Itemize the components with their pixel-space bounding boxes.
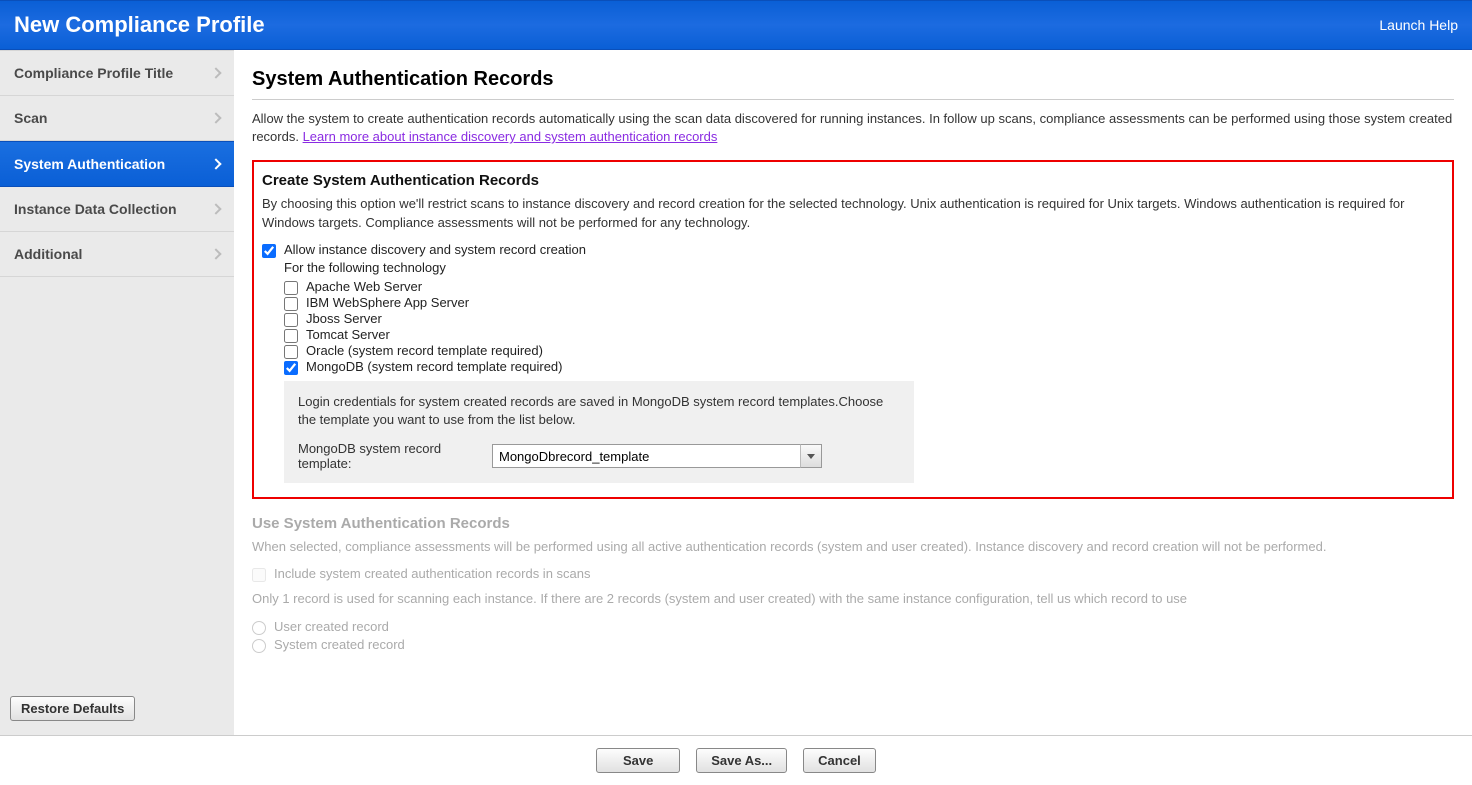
launch-help-link[interactable]: Launch Help [1379,17,1458,33]
sidebar-item-compliance-profile-title[interactable]: Compliance Profile Title [0,50,234,96]
sidebar-item-instance-data-collection[interactable]: Instance Data Collection [0,187,234,232]
restore-defaults-button[interactable]: Restore Defaults [10,696,135,721]
sidebar-item-label: Scan [14,110,47,126]
tech-oracle-checkbox[interactable] [284,345,298,359]
technology-list: Apache Web Server IBM WebSphere App Serv… [284,279,1444,375]
tech-tomcat-row: Tomcat Server [284,327,1444,343]
save-button[interactable]: Save [596,748,680,773]
divider [252,99,1454,100]
allow-discovery-checkbox[interactable] [262,244,276,258]
mongodb-template-dropdown-button[interactable] [800,444,822,468]
sidebar-item-label: Instance Data Collection [14,201,177,217]
create-section-highlight: Create System Authentication Records By … [252,160,1454,499]
allow-discovery-label: Allow instance discovery and system reco… [284,242,586,257]
header: New Compliance Profile Launch Help [0,0,1472,50]
tech-apache-row: Apache Web Server [284,279,1444,295]
create-section-title: Create System Authentication Records [262,172,1444,189]
user-created-record-row: User created record [252,619,1454,635]
include-system-records-row: Include system created authentication re… [252,566,1454,582]
layout: Compliance Profile Title Scan System Aut… [0,50,1472,735]
chevron-right-icon [210,158,221,169]
sidebar-item-label: Compliance Profile Title [14,65,173,81]
chevron-down-icon [807,454,815,459]
chevron-right-icon [210,112,221,123]
system-created-record-label: System created record [274,637,405,652]
tech-apache-label: Apache Web Server [306,279,422,294]
user-created-record-label: User created record [274,619,389,634]
chevron-right-icon [210,67,221,78]
intro-text: Allow the system to create authenticatio… [252,110,1454,146]
tech-jboss-row: Jboss Server [284,311,1444,327]
include-system-records-checkbox [252,568,266,582]
sidebar-item-label: Additional [14,246,82,262]
mongodb-template-select[interactable] [492,444,822,468]
tech-oracle-row: Oracle (system record template required) [284,343,1444,359]
use-section-title: Use System Authentication Records [252,515,1454,532]
tech-tomcat-checkbox[interactable] [284,329,298,343]
mongodb-template-row: MongoDB system record template: [298,441,900,471]
create-section-desc: By choosing this option we'll restrict s… [262,195,1444,231]
use-section: Use System Authentication Records When s… [252,515,1454,652]
tech-mongodb-checkbox[interactable] [284,361,298,375]
header-title: New Compliance Profile [14,12,265,38]
main-content: System Authentication Records Allow the … [234,50,1472,735]
chevron-right-icon [210,248,221,259]
mongodb-template-input[interactable] [492,444,822,468]
sidebar-item-additional[interactable]: Additional [0,232,234,277]
include-system-records-label: Include system created authentication re… [274,566,591,581]
tech-oracle-label: Oracle (system record template required) [306,343,543,358]
system-created-record-radio [252,639,266,653]
chevron-right-icon [210,203,221,214]
tech-websphere-row: IBM WebSphere App Server [284,295,1444,311]
sidebar-item-label: System Authentication [14,156,165,172]
following-technology-label: For the following technology [284,260,1444,275]
tech-apache-checkbox[interactable] [284,281,298,295]
sidebar-item-scan[interactable]: Scan [0,96,234,141]
tech-mongodb-row: MongoDB (system record template required… [284,359,1444,375]
footer: Save Save As... Cancel [0,735,1472,785]
tech-websphere-checkbox[interactable] [284,297,298,311]
page-title: System Authentication Records [252,68,1454,91]
learn-more-link[interactable]: Learn more about instance discovery and … [303,129,718,144]
sidebar-item-system-authentication[interactable]: System Authentication [0,141,234,187]
tech-websphere-label: IBM WebSphere App Server [306,295,469,310]
cancel-button[interactable]: Cancel [803,748,876,773]
allow-discovery-row: Allow instance discovery and system reco… [262,242,1444,258]
mongodb-template-box: Login credentials for system created rec… [284,381,914,483]
tech-jboss-checkbox[interactable] [284,313,298,327]
use-section-desc: When selected, compliance assessments wi… [252,538,1454,556]
mongodb-template-desc: Login credentials for system created rec… [298,393,900,429]
user-created-record-radio [252,621,266,635]
system-created-record-row: System created record [252,637,1454,653]
sidebar: Compliance Profile Title Scan System Aut… [0,50,234,735]
mongodb-template-label: MongoDB system record template: [298,441,478,471]
save-as-button[interactable]: Save As... [696,748,787,773]
use-section-note: Only 1 record is used for scanning each … [252,590,1454,608]
tech-mongodb-label: MongoDB (system record template required… [306,359,563,374]
tech-tomcat-label: Tomcat Server [306,327,390,342]
tech-jboss-label: Jboss Server [306,311,382,326]
